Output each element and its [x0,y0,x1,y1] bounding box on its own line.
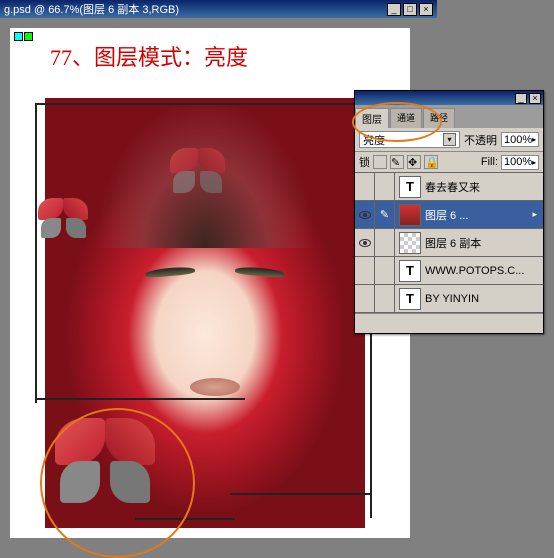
eye-icon [359,211,371,219]
swatch-green [24,32,33,41]
layer-thumbnail [399,204,421,226]
layer-thumbnail: T [399,176,421,198]
visibility-toggle[interactable] [355,201,375,228]
link-toggle[interactable] [375,229,395,256]
visibility-toggle[interactable] [355,173,375,200]
layer-name: BY YINYIN [425,293,543,305]
layer-thumbnail: T [399,260,421,282]
fill-label: Fill: [481,156,498,168]
link-toggle[interactable] [375,285,395,312]
panel-close-button[interactable]: × [529,93,541,104]
annotation-circle [40,408,195,558]
chevron-down-icon: ▾ [443,133,456,146]
layer-name: 春去春又来 [425,179,543,195]
lock-position-button[interactable]: ✥ [407,155,421,169]
artwork [30,48,375,523]
butterfly-icon [38,198,88,238]
layer-row[interactable]: ✎ 图层 6 ...▸ [355,201,543,229]
layer-thumbnail: T [399,288,421,310]
swatch-cyan [14,32,23,41]
butterfly-icon [170,148,225,193]
layer-row[interactable]: T BY YINYIN [355,285,543,313]
maximize-button[interactable]: □ [403,3,417,16]
canvas[interactable]: 77、图层模式：亮度 [10,28,410,538]
layer-name: WWW.POTOPS.C... [425,265,543,277]
expand-icon[interactable]: ▸ [532,209,537,220]
layer-row[interactable]: 图层 6 副本 [355,229,543,257]
lock-pixels-button[interactable]: ✎ [390,155,404,169]
link-toggle[interactable] [375,173,395,200]
annotation-circle [352,102,442,142]
document-title: g.psd @ 66.7%(图层 6 副本 3,RGB) [4,1,179,17]
minimize-button[interactable]: _ [387,3,401,16]
link-toggle[interactable] [375,257,395,284]
opacity-label: 不透明 [464,132,497,148]
close-button[interactable]: × [419,3,433,16]
panel-minimize-button[interactable]: _ [515,93,527,104]
eye-icon [359,239,371,247]
layers-list: T春去春又来✎图层 6 ...▸图层 6 副本TWWW.POTOPS.C...T… [355,173,543,313]
opacity-input[interactable]: 100%▸ [501,132,539,147]
link-toggle[interactable]: ✎ [375,201,395,228]
visibility-toggle[interactable] [355,229,375,256]
panel-footer [355,313,543,333]
visibility-toggle[interactable] [355,257,375,284]
layer-name: 图层 6 副本 [425,235,543,251]
lock-transparency-button[interactable] [373,155,387,169]
visibility-toggle[interactable] [355,285,375,312]
layer-thumbnail [399,232,421,254]
layer-name: 图层 6 ... [425,207,532,223]
fill-input[interactable]: 100%▸ [501,155,539,170]
lock-label: 锁 [359,154,370,170]
lock-all-button[interactable]: 🔒 [424,155,438,169]
document-titlebar: g.psd @ 66.7%(图层 6 副本 3,RGB) _ □ × [0,0,437,18]
layer-row[interactable]: T春去春又来 [355,173,543,201]
layer-row[interactable]: T WWW.POTOPS.C... [355,257,543,285]
